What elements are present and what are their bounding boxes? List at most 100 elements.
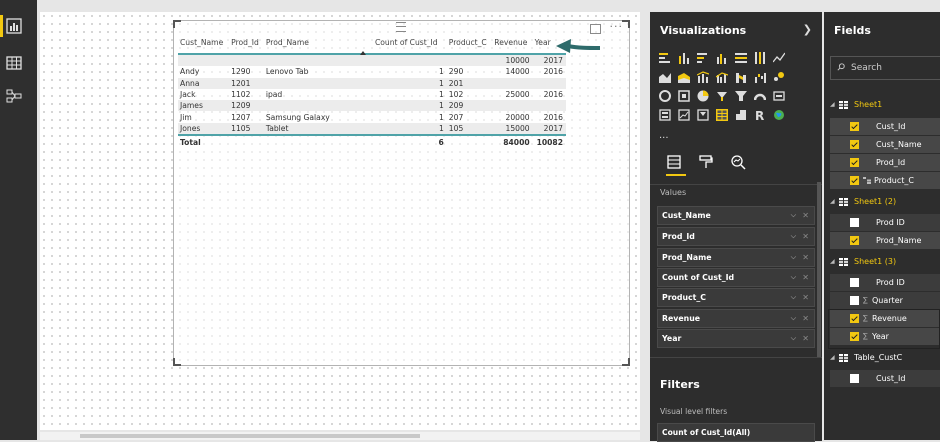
close-icon[interactable]: ✕ <box>802 269 809 286</box>
close-icon[interactable]: ✕ <box>802 207 809 224</box>
field-table-sheet1-3[interactable]: ◢ Sheet1 (3) <box>824 253 940 271</box>
collapse-triangle-icon[interactable]: ◢ <box>830 96 835 114</box>
pane-scrollbar[interactable] <box>817 182 821 362</box>
pie-chart-icon[interactable] <box>659 90 671 102</box>
resize-handle[interactable] <box>173 358 181 366</box>
field-checkbox[interactable] <box>850 278 859 287</box>
clustered-bar-chart-icon[interactable] <box>697 52 709 64</box>
close-icon[interactable]: ✕ <box>802 289 809 306</box>
card-icon[interactable] <box>773 90 785 102</box>
collapse-triangle-icon[interactable]: ◢ <box>830 349 835 367</box>
report-view-icon[interactable] <box>0 15 22 37</box>
fields-well-tab[interactable] <box>666 154 686 176</box>
field-item[interactable]: Product_C <box>830 172 940 189</box>
more-options-icon[interactable]: ··· <box>610 20 624 33</box>
field-table-custc[interactable]: ◢ Table_CustC <box>824 349 940 367</box>
field-item[interactable]: ∑ Quarter <box>830 292 940 309</box>
100-percent-column-chart-icon[interactable] <box>754 52 766 64</box>
search-input[interactable]: Search <box>830 56 940 80</box>
chevron-down-icon[interactable]: ⌵ <box>791 269 796 286</box>
chevron-down-icon[interactable]: ⌵ <box>791 310 796 327</box>
model-view-icon[interactable] <box>6 88 22 104</box>
resize-handle[interactable] <box>622 20 630 28</box>
multi-row-card-icon[interactable] <box>659 109 671 121</box>
slicer-icon[interactable] <box>697 109 709 121</box>
kpi-icon[interactable] <box>678 109 690 121</box>
area-chart-icon[interactable] <box>659 71 671 83</box>
collapse-chevron-icon[interactable]: ❯ <box>803 23 812 36</box>
map-icon[interactable] <box>716 90 728 102</box>
chevron-down-icon[interactable]: ⌵ <box>791 228 796 245</box>
funnel-icon[interactable] <box>735 90 747 102</box>
chevron-down-icon[interactable]: ⌵ <box>791 249 796 266</box>
resize-handle[interactable] <box>622 358 630 366</box>
field-checkbox[interactable] <box>850 374 859 383</box>
field-item[interactable]: Prod ID <box>830 214 940 231</box>
clustered-column-chart-icon[interactable] <box>716 52 728 64</box>
value-field-pill[interactable]: Revenue ⌵ ✕ <box>657 309 815 328</box>
column-header[interactable]: Count of Cust_Id <box>337 38 447 54</box>
column-header[interactable]: Prod_Id <box>229 38 264 54</box>
scatter-chart-icon[interactable] <box>773 71 785 83</box>
chevron-down-icon[interactable]: ⌵ <box>791 207 796 224</box>
chevron-down-icon[interactable]: ⌵ <box>791 330 796 347</box>
column-header[interactable]: Product_C <box>447 38 493 54</box>
canvas-horizontal-scrollbar[interactable] <box>40 432 640 440</box>
value-field-pill[interactable]: Prod_Id ⌵ ✕ <box>657 227 815 246</box>
treemap-icon[interactable] <box>697 90 709 102</box>
filter-pill[interactable]: Count of Cust_Id(All) <box>657 423 815 442</box>
gauge-icon[interactable] <box>754 90 766 102</box>
data-view-icon[interactable] <box>6 55 22 71</box>
field-checkbox[interactable] <box>850 176 859 185</box>
field-item[interactable]: Prod ID <box>830 274 940 291</box>
field-item[interactable]: Prod_Name <box>830 232 940 249</box>
field-item[interactable]: Prod_Id <box>830 154 940 171</box>
field-checkbox[interactable] <box>850 122 859 131</box>
line-and-clustered-column-chart-icon[interactable] <box>716 71 728 83</box>
value-field-pill[interactable]: Year ⌵ ✕ <box>657 329 815 348</box>
close-icon[interactable]: ✕ <box>802 330 809 347</box>
column-header[interactable]: Cust_Name <box>178 38 229 54</box>
resize-handle[interactable] <box>173 20 181 28</box>
donut-chart-icon[interactable] <box>678 90 690 102</box>
line-and-column-chart-icon[interactable] <box>697 71 709 83</box>
line-chart-icon[interactable] <box>773 52 785 64</box>
focus-mode-icon[interactable] <box>590 24 601 34</box>
collapse-triangle-icon[interactable]: ◢ <box>830 253 835 271</box>
column-header[interactable]: Prod_Name <box>264 38 337 54</box>
waterfall-chart-icon[interactable] <box>754 71 766 83</box>
field-table-sheet1[interactable]: ◢ Sheet1 <box>824 96 940 114</box>
close-icon[interactable]: ✕ <box>802 249 809 266</box>
format-tab[interactable] <box>698 154 718 174</box>
stacked-bar-chart-icon[interactable] <box>659 52 671 64</box>
table-visual-icon[interactable] <box>716 109 728 121</box>
r-script-visual-icon[interactable]: R <box>754 109 766 121</box>
column-header[interactable]: Revenue <box>492 38 532 54</box>
chevron-down-icon[interactable]: ⌵ <box>791 289 796 306</box>
stacked-area-chart-icon[interactable] <box>678 71 690 83</box>
value-field-pill[interactable]: Count of Cust_Id ⌵ ✕ <box>657 268 815 287</box>
stacked-column-chart-icon[interactable] <box>678 52 690 64</box>
close-icon[interactable]: ✕ <box>802 310 809 327</box>
value-field-pill[interactable]: Cust_Name ⌵ ✕ <box>657 206 815 225</box>
field-item[interactable]: Cust_Id <box>830 370 940 387</box>
field-checkbox[interactable] <box>850 218 859 227</box>
field-item[interactable]: Cust_Name <box>830 136 940 153</box>
analytics-tab[interactable] <box>730 154 750 174</box>
100-percent-bar-chart-icon[interactable] <box>735 52 747 64</box>
collapse-triangle-icon[interactable]: ◢ <box>830 193 835 211</box>
field-table-sheet1-2[interactable]: ◢ Sheet1 (2) <box>824 193 940 211</box>
value-field-pill[interactable]: Prod_Name ⌵ ✕ <box>657 248 815 267</box>
field-checkbox[interactable] <box>850 236 859 245</box>
drag-grip-icon[interactable] <box>396 22 406 32</box>
field-checkbox[interactable] <box>850 296 859 305</box>
value-field-pill[interactable]: Product_C ⌵ ✕ <box>657 288 815 307</box>
field-item[interactable]: Cust_Id <box>830 118 940 135</box>
matrix-icon[interactable] <box>735 109 747 121</box>
scrollbar-thumb[interactable] <box>80 434 420 438</box>
ribbon-chart-icon[interactable] <box>735 71 747 83</box>
field-checkbox[interactable] <box>850 158 859 167</box>
globe-icon[interactable] <box>773 109 785 121</box>
more-visuals-icon[interactable]: ... <box>659 130 669 141</box>
close-icon[interactable]: ✕ <box>802 228 809 245</box>
